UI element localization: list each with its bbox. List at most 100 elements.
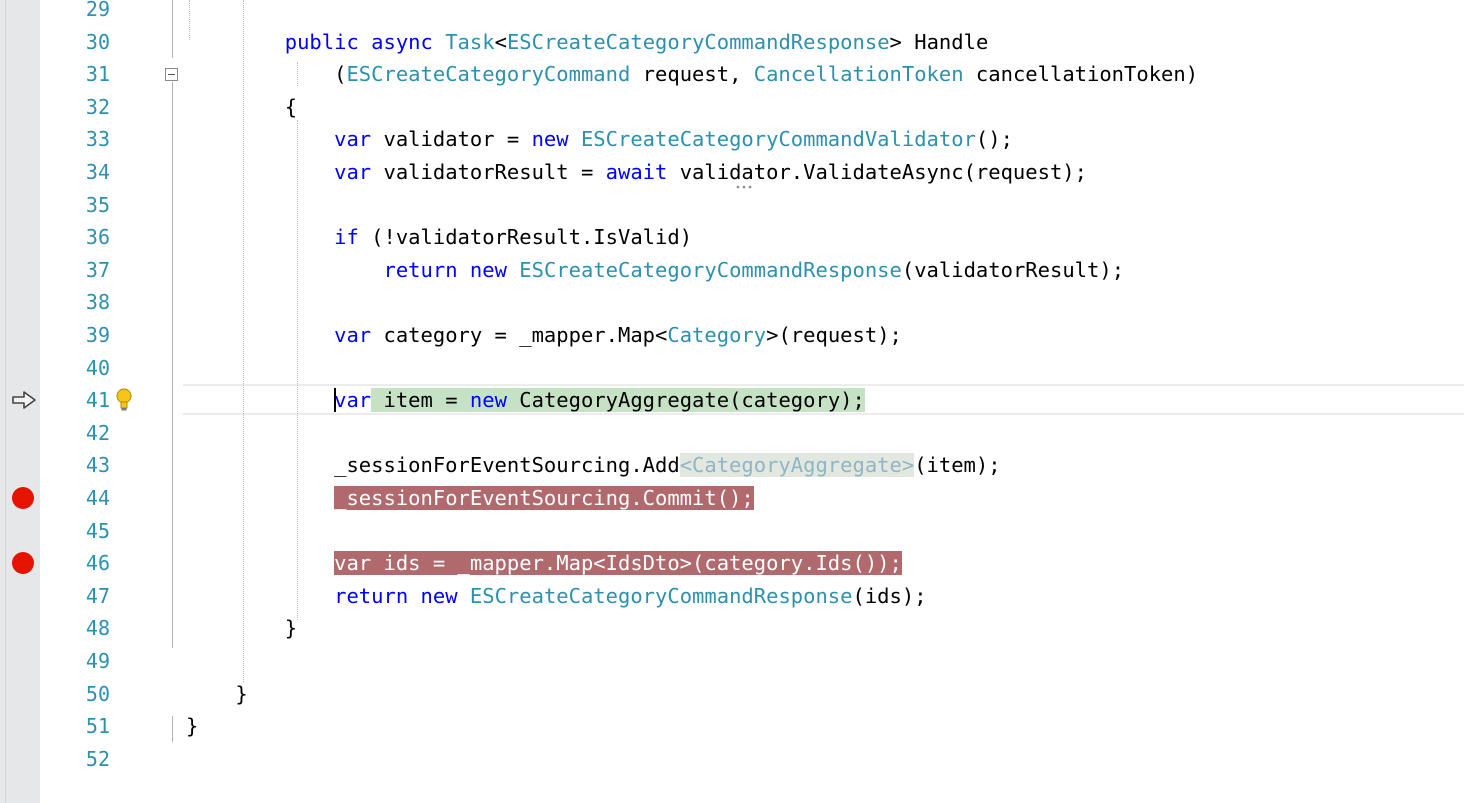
- indent-guide: [243, 0, 244, 682]
- light-bulb-icon[interactable]: [114, 387, 134, 413]
- code-text[interactable]: (ESCreateCategoryCommand request, Cancel…: [186, 58, 1198, 91]
- breakpoint-icon[interactable]: [12, 552, 34, 575]
- type-token: ESCreateCategoryCommand: [346, 62, 631, 87]
- code-line[interactable]: 30 public async Task<ESCreateCategoryCom…: [0, 26, 1464, 59]
- code-token: item =: [371, 388, 470, 413]
- line-number: 42: [85, 420, 110, 445]
- code-token: }: [186, 681, 248, 706]
- code-line[interactable]: 43 _sessionForEventSourcing.Add<Category…: [0, 449, 1464, 482]
- code-text[interactable]: }: [186, 678, 248, 711]
- code-line[interactable]: 32 {: [0, 91, 1464, 124]
- line-number: 47: [85, 583, 110, 608]
- code-text[interactable]: var category = _mapper.Map<Category>(req…: [186, 319, 902, 352]
- code-line[interactable]: 48 }: [0, 612, 1464, 645]
- code-line[interactable]: 52: [0, 743, 1464, 776]
- line-number: 45: [85, 518, 110, 543]
- code-line[interactable]: 42: [0, 417, 1464, 450]
- code-line[interactable]: 36 if (!validatorResult.IsValid): [0, 221, 1464, 254]
- code-editor[interactable]: 29 30 public async Task<ESCreateCategoryC…: [0, 0, 1464, 803]
- outline-line: [172, 716, 173, 742]
- outline-line: [172, 82, 173, 648]
- code-line[interactable]: 41 var item = new CategoryAggregate(cate…: [0, 384, 1464, 417]
- code-token: validator =: [371, 127, 532, 152]
- indent-guide: [189, 0, 190, 40]
- code-line[interactable]: 49: [0, 645, 1464, 678]
- keyword-token: return: [334, 583, 409, 608]
- code-text[interactable]: var validatorResult = await validator.Va…: [186, 156, 1087, 189]
- code-text[interactable]: _sessionForEventSourcing.Add<CategoryAgg…: [186, 449, 1001, 482]
- indent-guide: [297, 62, 298, 86]
- line-number: 34: [85, 160, 110, 184]
- code-text[interactable]: if (!validatorResult.IsValid): [186, 221, 692, 254]
- code-line[interactable]: 50 }: [0, 678, 1464, 711]
- code-text[interactable]: }: [186, 710, 198, 743]
- code-token: }: [186, 714, 199, 739]
- line-number: 31: [85, 62, 110, 87]
- code-token: validator.ValidateAsync(request);: [667, 160, 1087, 184]
- keyword-token: if: [334, 225, 359, 250]
- code-token: request,: [630, 62, 754, 87]
- code-token: <: [494, 29, 507, 54]
- code-line[interactable]: 45: [0, 515, 1464, 548]
- code-text[interactable]: var ids = _mapper.Map<IdsDto>(category.I…: [186, 547, 902, 580]
- code-text[interactable]: var validator = new ESCreateCategoryComm…: [186, 123, 1013, 156]
- line-number: 30: [85, 29, 110, 54]
- code-line[interactable]: 29: [0, 0, 1464, 26]
- collapse-icon[interactable]: [165, 68, 178, 81]
- line-number: 29: [85, 0, 110, 21]
- code-token: }: [186, 616, 298, 641]
- line-number: 44: [85, 486, 110, 510]
- code-token: (!validatorResult.IsValid): [358, 225, 693, 250]
- breakpoint-icon[interactable]: [12, 487, 34, 509]
- code-line[interactable]: 35: [0, 189, 1464, 222]
- code-text[interactable]: var item = new CategoryAggregate(categor…: [186, 384, 865, 417]
- code-line[interactable]: 37 return new ESCreateCategoryCommandRes…: [0, 254, 1464, 287]
- keyword-token: var: [334, 388, 372, 413]
- line-number: 51: [85, 714, 110, 739]
- keyword-token: return: [383, 257, 458, 282]
- code-text[interactable]: public async Task<ESCreateCategoryComman…: [186, 26, 989, 59]
- code-line[interactable]: 39 var category = _mapper.Map<Category>(…: [0, 319, 1464, 352]
- code-line[interactable]: 31 (ESCreateCategoryCommand request, Can…: [0, 58, 1464, 91]
- code-token: var ids = _mapper.Map<IdsDto>(category.I…: [334, 551, 902, 576]
- code-line[interactable]: 40: [0, 352, 1464, 385]
- type-token: ESCreateCategoryCommandResponse: [469, 583, 853, 608]
- code-line[interactable]: 38: [0, 286, 1464, 319]
- code-line[interactable]: 46 var ids = _mapper.Map<IdsDto>(categor…: [0, 547, 1464, 580]
- line-number: 43: [85, 453, 110, 478]
- code-token: CategoryAggregate(category);: [506, 388, 865, 413]
- code-token: ();: [975, 127, 1013, 152]
- code-line[interactable]: 33 var validator = new ESCreateCategoryC…: [0, 123, 1464, 156]
- code-text[interactable]: {: [186, 91, 297, 124]
- type-token: ESCreateCategoryCommandResponse: [506, 29, 890, 54]
- code-line[interactable]: 51}: [0, 710, 1464, 743]
- code-text[interactable]: _sessionForEventSourcing.Commit();: [186, 482, 754, 515]
- code-token: (validatorResult);: [901, 257, 1125, 282]
- type-token: ESCreateCategoryCommandResponse: [519, 257, 902, 282]
- code-text[interactable]: }: [186, 612, 297, 645]
- line-number: 39: [85, 323, 110, 347]
- indent-guide: [297, 120, 298, 620]
- code-line[interactable]: 34 var validatorResult = await validator…: [0, 156, 1464, 189]
- next-statement-arrow-icon[interactable]: [10, 389, 38, 411]
- line-number: 49: [85, 649, 110, 673]
- code-line[interactable]: 47 return new ESCreateCategoryCommandRes…: [0, 580, 1464, 613]
- code-token: cancellationToken): [963, 62, 1199, 87]
- line-number: 38: [85, 290, 110, 315]
- code-token: (ids);: [852, 583, 927, 608]
- code-text[interactable]: return new ESCreateCategoryCommandRespon…: [186, 254, 1124, 287]
- line-number: 32: [85, 94, 110, 119]
- code-line[interactable]: 44 _sessionForEventSourcing.Commit();: [0, 482, 1464, 515]
